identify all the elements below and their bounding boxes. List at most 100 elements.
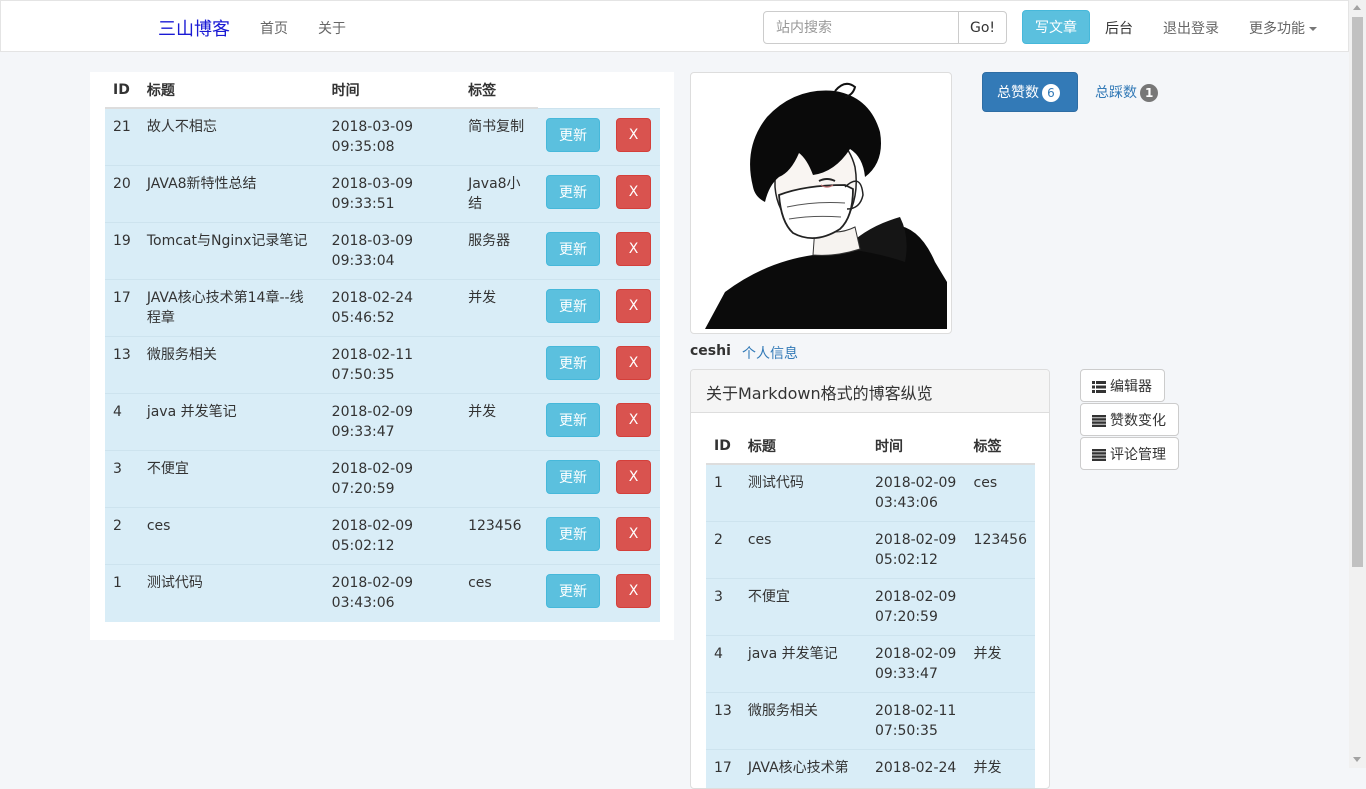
articles-table: ID 标题 时间 标签 21故人不相忘2018-03-0909:35:08简书复… bbox=[105, 72, 660, 622]
clock-text: 07:50:35 bbox=[875, 723, 938, 739]
tag-cell: 123456 bbox=[966, 522, 1035, 579]
title-cell: java 并发笔记 bbox=[139, 394, 324, 451]
admin-link[interactable]: 后台 bbox=[1105, 18, 1133, 38]
delete-button[interactable]: X bbox=[616, 232, 651, 266]
table-row: 3不便宜2018-02-0907:20:59更新X bbox=[105, 451, 660, 508]
update-button[interactable]: 更新 bbox=[546, 403, 600, 437]
id-cell: 13 bbox=[105, 337, 139, 394]
update-button[interactable]: 更新 bbox=[546, 346, 600, 380]
total-dislikes-link[interactable]: 总踩数1 bbox=[1095, 82, 1158, 102]
nav-about-link[interactable]: 关于 bbox=[318, 18, 346, 38]
update-button[interactable]: 更新 bbox=[546, 574, 600, 608]
id-cell: 21 bbox=[105, 108, 139, 166]
clock-text: 07:50:35 bbox=[332, 367, 395, 383]
header-delete-blank bbox=[608, 72, 660, 108]
update-cell: 更新 bbox=[538, 280, 608, 337]
id-cell: 20 bbox=[105, 166, 139, 223]
delete-button[interactable]: X bbox=[616, 517, 651, 551]
delete-button[interactable]: X bbox=[616, 346, 651, 380]
editor-button[interactable]: 编辑器 bbox=[1080, 369, 1165, 402]
table-row: 13微服务相关2018-02-1107:50:35更新X bbox=[105, 337, 660, 394]
tag-cell: 并发 bbox=[460, 394, 538, 451]
username: ceshi bbox=[690, 343, 731, 359]
date-text: 2018-02-09 bbox=[332, 518, 413, 534]
date-text: 2018-02-09 bbox=[332, 461, 413, 477]
date-text: 2018-02-09 bbox=[332, 404, 413, 420]
table-row: 20JAVA8新特性总结2018-03-0909:33:51Java8小结更新X bbox=[105, 166, 660, 223]
tag-cell bbox=[460, 451, 538, 508]
tag-cell: 并发 bbox=[966, 750, 1035, 789]
id-cell: 17 bbox=[105, 280, 139, 337]
id-cell: 4 bbox=[706, 636, 740, 693]
update-cell: 更新 bbox=[538, 108, 608, 166]
time-cell: 2018-02-0909:33:47 bbox=[867, 636, 966, 693]
tag-cell bbox=[460, 337, 538, 394]
date-text: 2018-02-11 bbox=[332, 347, 413, 363]
time-cell: 2018-02-0903:43:06 bbox=[867, 464, 966, 522]
top-navbar: 三山博客 首页 关于 Go! 写文章 后台 退出登录 更多功能 bbox=[0, 0, 1349, 52]
tag-cell: ces bbox=[966, 464, 1035, 522]
comment-management-button[interactable]: 评论管理 bbox=[1080, 437, 1179, 470]
date-text: 2018-02-09 bbox=[875, 475, 956, 491]
title-cell: 不便宜 bbox=[740, 579, 867, 636]
more-functions-dropdown[interactable]: 更多功能 bbox=[1249, 18, 1317, 38]
profile-info-link[interactable]: 个人信息 bbox=[742, 343, 798, 363]
date-text: 2018-02-24 bbox=[875, 760, 956, 776]
write-article-button[interactable]: 写文章 bbox=[1022, 10, 1090, 44]
id-cell: 1 bbox=[105, 565, 139, 622]
time-cell: 2018-02-0909:33:47 bbox=[324, 394, 460, 451]
scroll-down-arrow-icon[interactable] bbox=[1353, 757, 1361, 762]
tag-cell bbox=[966, 579, 1035, 636]
table-row: 2ces2018-02-0905:02:12123456更新X bbox=[105, 508, 660, 565]
clock-text: 05:02:12 bbox=[332, 538, 395, 554]
clock-text: 03:43:06 bbox=[332, 595, 395, 611]
articles-panel: ID 标题 时间 标签 21故人不相忘2018-03-0909:35:08简书复… bbox=[90, 72, 674, 640]
header-id: ID bbox=[105, 72, 139, 108]
update-button[interactable]: 更新 bbox=[546, 118, 600, 152]
id-cell: 3 bbox=[706, 579, 740, 636]
header-tag: 标签 bbox=[460, 72, 538, 108]
update-button[interactable]: 更新 bbox=[546, 460, 600, 494]
date-text: 2018-03-09 bbox=[332, 233, 413, 249]
delete-button[interactable]: X bbox=[616, 574, 651, 608]
update-button[interactable]: 更新 bbox=[546, 289, 600, 323]
update-button[interactable]: 更新 bbox=[546, 232, 600, 266]
editor-button-label: 编辑器 bbox=[1110, 379, 1152, 395]
nav-home-link[interactable]: 首页 bbox=[260, 18, 288, 38]
brand-link[interactable]: 三山博客 bbox=[158, 15, 230, 41]
clock-text: 09:33:47 bbox=[875, 666, 938, 682]
update-cell: 更新 bbox=[538, 451, 608, 508]
tag-cell: Java8小结 bbox=[460, 166, 538, 223]
table-row: 17JAVA核心技术第2018-02-24并发 bbox=[706, 750, 1035, 789]
table-row: 21故人不相忘2018-03-0909:35:08简书复制更新X bbox=[105, 108, 660, 166]
update-button[interactable]: 更新 bbox=[546, 175, 600, 209]
total-likes-button[interactable]: 总赞数6 bbox=[982, 72, 1078, 112]
likes-change-button[interactable]: 赞数变化 bbox=[1080, 403, 1179, 436]
scroll-up-arrow-icon[interactable] bbox=[1353, 5, 1361, 10]
more-functions-label: 更多功能 bbox=[1249, 21, 1305, 37]
update-button[interactable]: 更新 bbox=[546, 517, 600, 551]
page-scrollbar[interactable] bbox=[1349, 0, 1366, 768]
delete-cell: X bbox=[608, 223, 660, 280]
time-cell: 2018-02-09 05:02:12 bbox=[324, 508, 460, 565]
scroll-thumb[interactable] bbox=[1352, 17, 1363, 567]
delete-button[interactable]: X bbox=[616, 118, 651, 152]
delete-button[interactable]: X bbox=[616, 289, 651, 323]
delete-button[interactable]: X bbox=[616, 460, 651, 494]
delete-cell: X bbox=[608, 394, 660, 451]
delete-button[interactable]: X bbox=[616, 175, 651, 209]
table-row: 13微服务相关2018-02-1107:50:35 bbox=[706, 693, 1035, 750]
logout-link[interactable]: 退出登录 bbox=[1163, 18, 1219, 38]
time-cell: 2018-03-0909:33:04 bbox=[324, 223, 460, 280]
search-button[interactable]: Go! bbox=[958, 11, 1007, 44]
date-text: 2018-02-09 bbox=[875, 589, 956, 605]
clock-text: 09:33:51 bbox=[332, 196, 395, 212]
date-text: 2018-02-24 bbox=[332, 290, 413, 306]
title-cell: JAVA核心技术第 bbox=[740, 750, 867, 789]
clock-text: 07:20:59 bbox=[332, 481, 395, 497]
search-input[interactable] bbox=[763, 11, 959, 44]
time-cell: 2018-02-0903:43:06 bbox=[324, 565, 460, 622]
date-text: 2018-03-09 bbox=[332, 176, 413, 192]
delete-button[interactable]: X bbox=[616, 403, 651, 437]
time-cell: 2018-02-0905:02:12 bbox=[867, 522, 966, 579]
